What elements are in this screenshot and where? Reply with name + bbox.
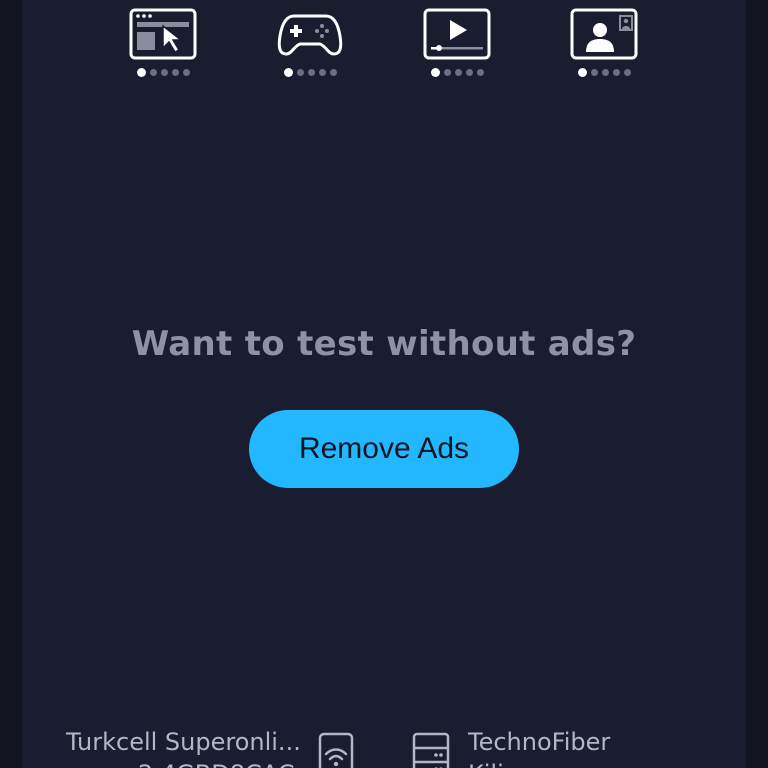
speedtest-screen: Want to test without ads? Remove Ads Tur…: [22, 0, 746, 768]
rating-dot: [454, 69, 462, 76]
server-icon: [412, 732, 450, 768]
web-browsing-icon: [129, 8, 197, 60]
rating-dot: [443, 69, 451, 76]
rating-dot: [318, 69, 326, 76]
rating-video-streaming: [417, 8, 497, 88]
rating-dot-active: [136, 68, 146, 77]
video-streaming-icon: [423, 8, 491, 60]
video-call-icon: [570, 8, 638, 60]
isp-name: Turkcell Superonli...: [66, 728, 301, 756]
rating-dot: [182, 69, 190, 76]
rating-dots: [282, 68, 339, 77]
remove-ads-button[interactable]: Remove Ads: [249, 410, 519, 488]
rating-dot: [149, 69, 157, 76]
rating-dot: [612, 69, 620, 76]
gamepad-icon: [277, 14, 343, 56]
rating-dots: [576, 68, 633, 77]
connection-info: Turkcell Superonli... 2.4GBD8CAC TechnoF…: [22, 724, 746, 768]
rating-dot-active: [430, 68, 440, 77]
rating-dot: [171, 69, 179, 76]
experience-ratings: [22, 8, 746, 88]
server-name: TechnoFiber: [468, 728, 611, 756]
isp-subtitle: 2.4GBD8CAC: [138, 760, 295, 768]
rating-dot: [601, 69, 609, 76]
rating-dot: [465, 69, 473, 76]
rating-dot-active: [577, 68, 587, 77]
rating-dot: [590, 69, 598, 76]
rating-dot: [329, 69, 337, 76]
rating-video-call: [564, 8, 644, 88]
server-subtitle: Kili...: [468, 760, 527, 768]
rating-dots: [135, 68, 192, 77]
remove-ads-prompt: Want to test without ads?: [131, 324, 637, 364]
rating-web-browsing: [123, 8, 203, 88]
rating-dot: [623, 69, 631, 76]
rating-dot-active: [283, 68, 293, 77]
rating-dot: [296, 69, 304, 76]
rating-dot: [476, 69, 484, 76]
rating-dot: [307, 69, 315, 76]
rating-dot: [160, 69, 168, 76]
rating-gaming: [270, 8, 350, 88]
wifi-icon: [318, 732, 354, 768]
rating-dots: [429, 68, 486, 77]
